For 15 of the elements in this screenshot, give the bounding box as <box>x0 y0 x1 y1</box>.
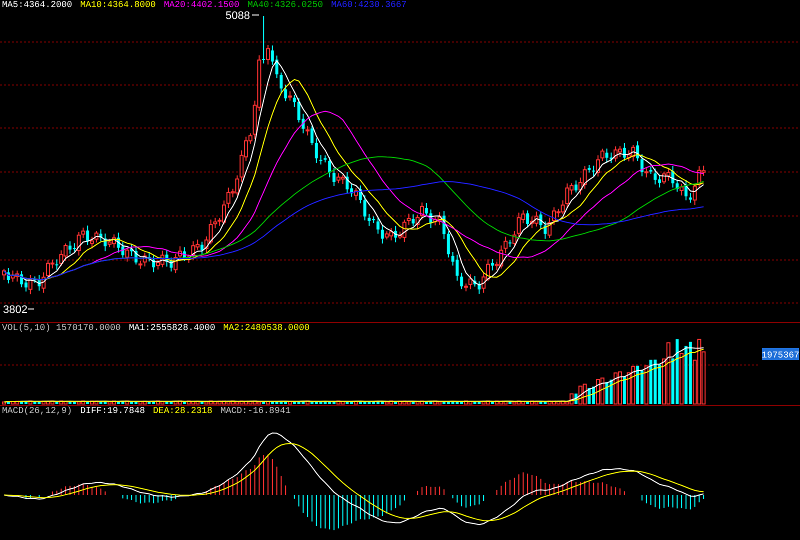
legend-label: MA20:4402.1500 <box>164 0 240 11</box>
legend-label: MA5:4364.2000 <box>2 0 72 11</box>
volume-value-tag: 1975367 <box>762 348 800 360</box>
high-price-label: 5088 <box>226 10 250 22</box>
low-price-label: 3802 <box>3 304 28 316</box>
legend-label: MACD:-16.8941 <box>220 406 291 417</box>
legend-label: DIFF:19.7848 <box>80 406 146 417</box>
legend-label: MA1:2555828.4000 <box>128 323 216 334</box>
legend-label: MA10:4364.8000 <box>80 0 156 11</box>
legend-label: MACD(26,12,9) <box>2 406 72 417</box>
legend-label: MA60:4230.3667 <box>331 0 407 11</box>
legend-label: DEA:28.2318 <box>153 406 212 417</box>
legend-label: VOL(5,10) 1570170.0000 <box>2 323 121 334</box>
legend-label: MA40:4326.0250 <box>247 0 324 11</box>
legend-label: MA2:2480538.0000 <box>223 323 310 334</box>
